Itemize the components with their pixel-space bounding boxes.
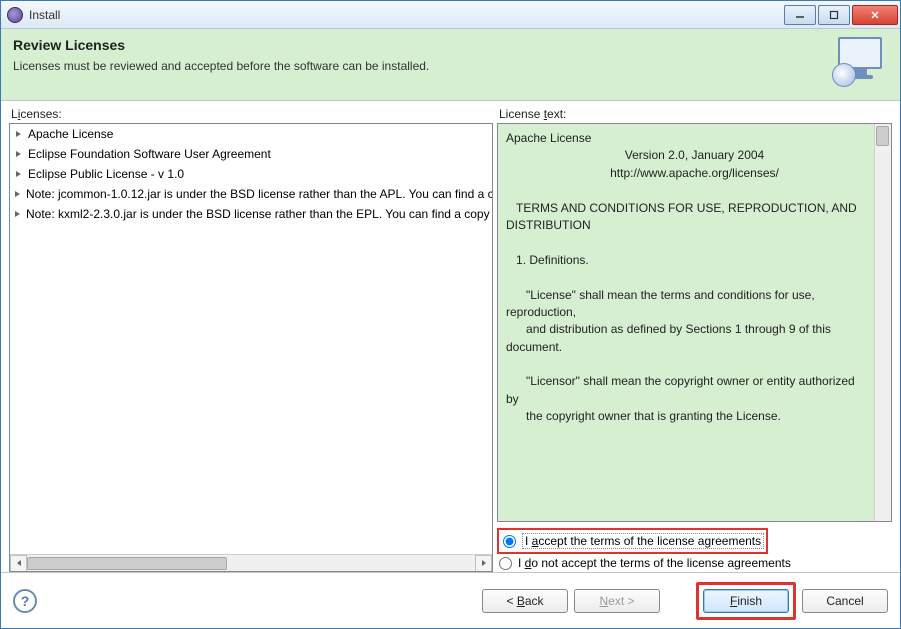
tree-item[interactable]: Note: kxml2-2.3.0.jar is under the BSD l… — [10, 204, 492, 224]
licenses-tree[interactable]: Apache License Eclipse Foundation Softwa… — [9, 123, 493, 572]
tree-item[interactable]: Note: jcommon-1.0.12.jar is under the BS… — [10, 184, 492, 204]
vertical-scrollbar[interactable] — [874, 124, 891, 521]
tree-item[interactable]: Eclipse Public License - v 1.0 — [10, 164, 492, 184]
decline-label[interactable]: I do not accept the terms of the license… — [518, 556, 791, 570]
license-text-label: License text: — [497, 107, 892, 121]
titlebar[interactable]: Install — [1, 1, 900, 29]
accept-label[interactable]: I accept the terms of the license agreem… — [522, 533, 764, 549]
expand-icon[interactable] — [14, 149, 24, 159]
scroll-thumb[interactable] — [27, 557, 227, 570]
app-icon — [7, 7, 23, 23]
wizard-header: Review Licenses Licenses must be reviewe… — [1, 29, 900, 101]
scroll-thumb[interactable] — [876, 126, 889, 146]
scroll-left-icon[interactable] — [10, 555, 27, 572]
license-text-area[interactable]: Apache License Version 2.0, January 2004… — [497, 123, 892, 522]
install-dialog: Install Review Licenses Licenses must be… — [0, 0, 901, 629]
expand-icon[interactable] — [14, 209, 22, 219]
licenses-label: Licenses: — [9, 107, 493, 121]
license-body: Apache License Version 2.0, January 2004… — [506, 130, 883, 426]
wizard-footer: ? < Back Next > Finish Cancel — [1, 572, 900, 628]
horizontal-scrollbar[interactable] — [10, 554, 492, 571]
maximize-button[interactable] — [818, 5, 850, 25]
finish-button[interactable]: Finish — [703, 589, 789, 613]
back-button[interactable]: < Back — [482, 589, 568, 613]
scroll-right-icon[interactable] — [475, 555, 492, 572]
expand-icon[interactable] — [14, 189, 22, 199]
decline-radio[interactable] — [499, 557, 512, 570]
tree-item[interactable]: Apache License — [10, 124, 492, 144]
expand-icon[interactable] — [14, 169, 24, 179]
close-button[interactable] — [852, 5, 898, 25]
cancel-button[interactable]: Cancel — [802, 589, 888, 613]
page-subtitle: Licenses must be reviewed and accepted b… — [13, 59, 429, 73]
tree-item[interactable]: Eclipse Foundation Software User Agreeme… — [10, 144, 492, 164]
next-button: Next > — [574, 589, 660, 613]
install-icon — [834, 37, 888, 87]
window-title: Install — [29, 8, 60, 22]
minimize-button[interactable] — [784, 5, 816, 25]
accept-radio[interactable] — [503, 535, 516, 548]
license-accept-group: I accept the terms of the license agreem… — [497, 528, 892, 572]
page-title: Review Licenses — [13, 37, 429, 53]
help-button[interactable]: ? — [13, 589, 37, 613]
expand-icon[interactable] — [14, 129, 24, 139]
